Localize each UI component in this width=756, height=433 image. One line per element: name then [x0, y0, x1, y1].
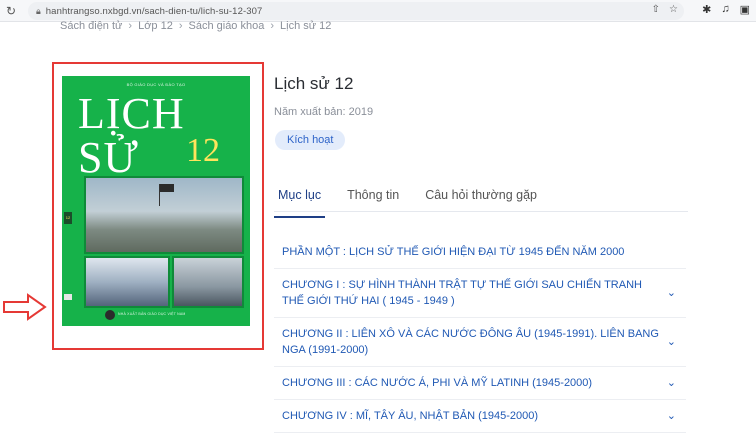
breadcrumb-item[interactable]: Sách giáo khoa — [189, 20, 265, 32]
cover-publisher: NHÀ XUẤT BẢN GIÁO DỤC VIỆT NAM — [118, 312, 186, 316]
toc-item-label: PHẦN MỘT : LỊCH SỬ THẾ GIỚI HIỆN ĐẠI TỪ … — [282, 246, 625, 258]
chevron-down-icon[interactable]: ⌄ — [667, 375, 676, 391]
activate-button[interactable]: Kích hoạt — [275, 130, 346, 150]
extensions-icon[interactable]: ✱ — [702, 3, 711, 16]
toc-item[interactable]: PHẦN MỘT : LỊCH SỬ THẾ GIỚI HIỆN ĐẠI TỪ … — [274, 236, 686, 269]
sidepanel-icon[interactable]: ▣ — [740, 3, 750, 16]
publisher-logo-icon — [105, 310, 115, 320]
breadcrumb-separator: › — [270, 20, 275, 32]
detail-tabs: Mục lục Thông tin Câu hỏi thường gặp — [274, 186, 688, 218]
breadcrumb-item[interactable]: Lớp 12 — [138, 20, 173, 32]
share-icon[interactable]: ⇧ — [652, 4, 660, 15]
lock-icon[interactable]: 🔒︎ — [36, 6, 41, 17]
cover-side-mark — [64, 294, 72, 300]
arrow-right-icon — [3, 293, 47, 321]
chevron-down-icon[interactable]: ⌄ — [667, 334, 676, 350]
cover-photo-left — [84, 256, 170, 308]
breadcrumb: Sách điện tử › Lớp 12 › Sách giáo khoa ›… — [60, 20, 331, 32]
tab-table-of-contents[interactable]: Mục lục — [274, 186, 326, 218]
publish-year: Năm xuất bản: 2019 — [274, 106, 374, 118]
tab-info[interactable]: Thông tin — [343, 186, 403, 211]
reload-icon[interactable]: ↻ — [0, 4, 22, 18]
toc-item[interactable]: CHƯƠNG IV : MĨ, TÂY ÂU, NHẬT BẢN (1945-2… — [274, 400, 686, 433]
book-title: Lịch sử 12 — [274, 74, 354, 93]
media-icon[interactable]: ♫ — [721, 3, 729, 16]
tab-faq[interactable]: Câu hỏi thường gặp — [421, 186, 541, 211]
browser-toolbar: ↻ 🔒︎ hanhtrangso.nxbgd.vn/sach-dien-tu/l… — [0, 0, 756, 22]
flag-icon — [160, 184, 174, 192]
book-cover[interactable]: BỘ GIÁO DỤC VÀ ĐÀO TẠO LỊCH SỬ 12 12 NHÀ… — [62, 76, 250, 326]
cover-spine-number: 12 — [64, 212, 72, 224]
cover-ministry-text: BỘ GIÁO DỤC VÀ ĐÀO TẠO — [126, 82, 186, 87]
toc-item[interactable]: CHƯƠNG I : SỰ HÌNH THÀNH TRẬT TỰ THẾ GIỚ… — [274, 269, 686, 318]
cover-title: LỊCH SỬ — [78, 89, 185, 182]
chevron-down-icon[interactable]: ⌄ — [667, 408, 676, 424]
cover-grade-number: 12 — [186, 132, 220, 169]
table-of-contents: PHẦN MỘT : LỊCH SỬ THẾ GIỚI HIỆN ĐẠI TỪ … — [274, 236, 686, 433]
cover-photo-right — [172, 256, 244, 308]
toc-item-label: CHƯƠNG II : LIÊN XÔ VÀ CÁC NƯỚC ĐÔNG ÂU … — [282, 328, 659, 356]
breadcrumb-item-current: Lịch sử 12 — [280, 20, 332, 32]
breadcrumb-separator: › — [128, 20, 133, 32]
breadcrumb-separator: › — [178, 20, 183, 32]
cover-photo-main — [84, 176, 244, 254]
chevron-down-icon[interactable]: ⌄ — [667, 285, 676, 301]
toc-item[interactable]: CHƯƠNG III : CÁC NƯỚC Á, PHI VÀ MỸ LATIN… — [274, 367, 686, 400]
url-text[interactable]: hanhtrangso.nxbgd.vn/sach-dien-tu/lich-s… — [46, 6, 263, 17]
toc-item-label: CHƯƠNG III : CÁC NƯỚC Á, PHI VÀ MỸ LATIN… — [282, 377, 593, 389]
address-bar[interactable]: 🔒︎ hanhtrangso.nxbgd.vn/sach-dien-tu/lic… — [28, 2, 684, 20]
bookmark-star-icon[interactable]: ☆ — [669, 4, 678, 15]
toc-item[interactable]: CHƯƠNG II : LIÊN XÔ VÀ CÁC NƯỚC ĐÔNG ÂU … — [274, 318, 686, 367]
toc-item-label: CHƯƠNG IV : MĨ, TÂY ÂU, NHẬT BẢN (1945-2… — [282, 410, 539, 422]
toc-item-label: CHƯƠNG I : SỰ HÌNH THÀNH TRẬT TỰ THẾ GIỚ… — [282, 279, 642, 307]
breadcrumb-item[interactable]: Sách điện tử — [60, 20, 122, 32]
